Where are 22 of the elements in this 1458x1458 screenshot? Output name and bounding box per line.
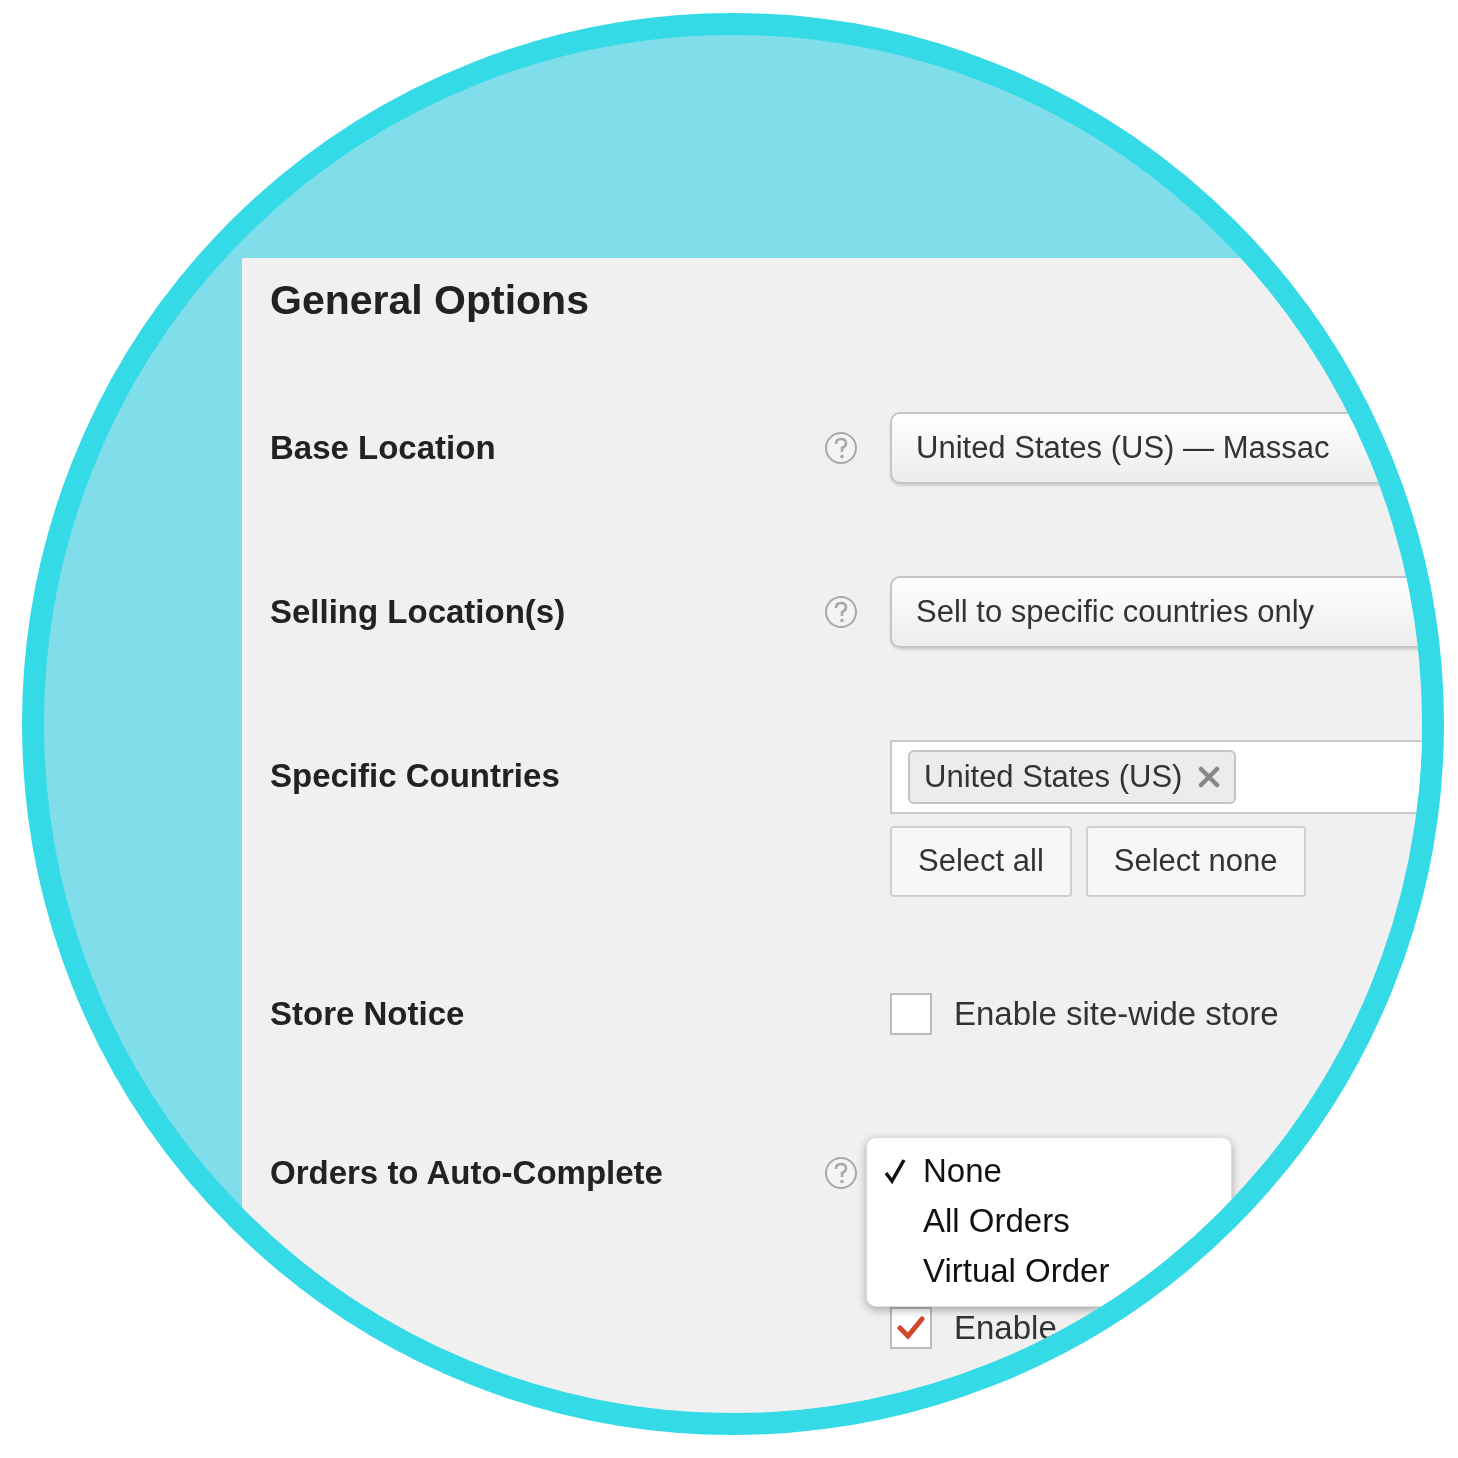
- field-label: Orders to Auto-Complete: [270, 1153, 663, 1194]
- checkbox[interactable]: [890, 1307, 932, 1349]
- help-icon[interactable]: [824, 431, 858, 465]
- menu-item[interactable]: All Orders: [923, 1196, 1070, 1246]
- help-icon[interactable]: [824, 1156, 858, 1190]
- tag-label: United States (US): [924, 757, 1183, 796]
- check-icon: [897, 1316, 925, 1340]
- field-label: Specific Countries: [270, 756, 560, 797]
- field-label: Selling Location(s): [270, 592, 566, 633]
- select-button[interactable]: Select none: [1085, 826, 1306, 897]
- select-button[interactable]: Select all: [890, 826, 1072, 897]
- help-icon[interactable]: [824, 595, 858, 629]
- remove-icon[interactable]: [1198, 766, 1221, 788]
- checkbox-label: Enable: [954, 1308, 1057, 1349]
- field-label: Store Notice: [270, 994, 465, 1035]
- menu-item[interactable]: Virtual Order: [923, 1246, 1110, 1296]
- tag-input-field[interactable]: United States (US): [890, 740, 1422, 814]
- checkbox[interactable]: [890, 993, 932, 1035]
- field-label: Base Location: [270, 428, 496, 469]
- menu-item[interactable]: None: [923, 1146, 1002, 1196]
- section-title: General Options: [270, 276, 590, 325]
- checkbox-label: Enable site-wide store: [954, 994, 1279, 1035]
